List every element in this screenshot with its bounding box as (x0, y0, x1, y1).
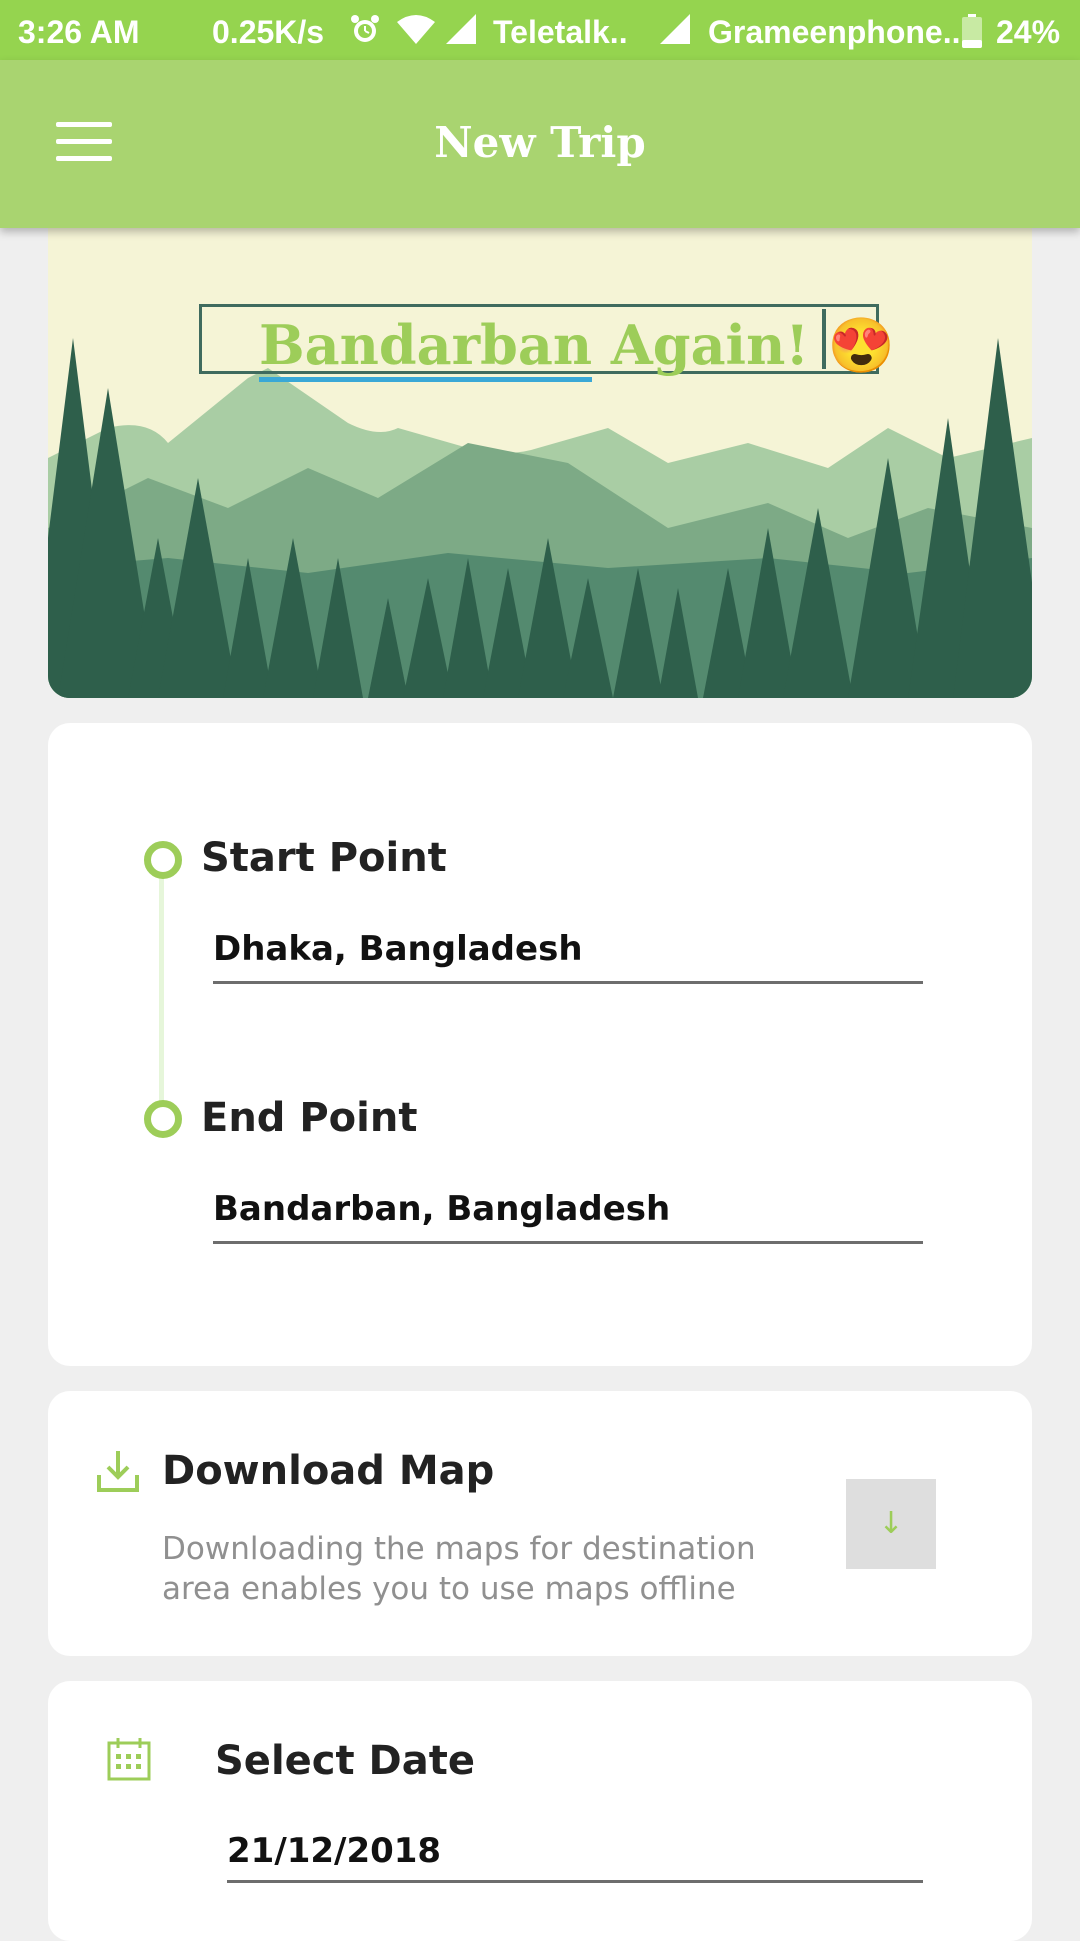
date-field[interactable]: 21/12/2018 (227, 1831, 441, 1871)
battery-icon (962, 14, 982, 48)
download-icon (97, 1451, 139, 1492)
start-point-field-underline (213, 981, 923, 984)
trip-name-underlined-word: Bandarban (259, 313, 593, 382)
route-card: Start Point Dhaka, Bangladesh End Point … (48, 723, 1032, 1366)
trip-name-rest: Again! (592, 313, 810, 377)
carrier-2: Grameenphone.. (708, 14, 961, 50)
mountain-landscape-illustration (48, 338, 1032, 698)
app-bar: New Trip (0, 60, 1080, 228)
network-speed: 0.25K/s (212, 14, 325, 50)
calendar-icon (107, 1738, 151, 1781)
start-point-marker-icon (144, 841, 182, 879)
download-map-description: Downloading the maps for destination are… (162, 1531, 756, 1607)
end-point-marker-icon (144, 1100, 182, 1138)
select-date-label: Select Date (215, 1738, 475, 1784)
carrier-1: Teletalk.. (493, 14, 628, 50)
end-point-field[interactable]: Bandarban, Bangladesh (213, 1189, 670, 1229)
end-point-field-underline (213, 1241, 923, 1244)
battery-level: 24% (996, 14, 1061, 50)
trip-name-input[interactable]: Bandarban Again! 😍 (199, 304, 895, 382)
text-cursor (822, 309, 826, 369)
trip-name-text: Bandarban Again! 😍 (259, 313, 896, 382)
signal-icon (660, 14, 690, 44)
route-timeline-line (159, 873, 164, 1123)
heart-eyes-emoji: 😍 (827, 313, 896, 377)
wifi-icon (397, 15, 435, 44)
select-date-card: Select Date 21/12/2018 (48, 1681, 1032, 1941)
date-field-underline (227, 1880, 923, 1883)
start-point-label: Start Point (201, 835, 447, 881)
status-time: 3:26 AM (18, 14, 140, 50)
download-map-title: Download Map (162, 1448, 495, 1494)
signal-icon (446, 14, 476, 44)
download-map-card: Download Map Downloading the maps for de… (48, 1391, 1032, 1656)
start-point-field[interactable]: Dhaka, Bangladesh (213, 929, 583, 969)
alarm-icon (351, 15, 379, 42)
trip-header-banner: Bandarban Again! 😍 (48, 228, 1032, 698)
status-bar: 3:26 AM 0.25K/s Teletalk.. Grameenphone.… (0, 0, 1080, 60)
download-map-button[interactable]: ↓ (846, 1479, 936, 1569)
end-point-label: End Point (201, 1095, 418, 1141)
page-title: New Trip (434, 118, 646, 167)
